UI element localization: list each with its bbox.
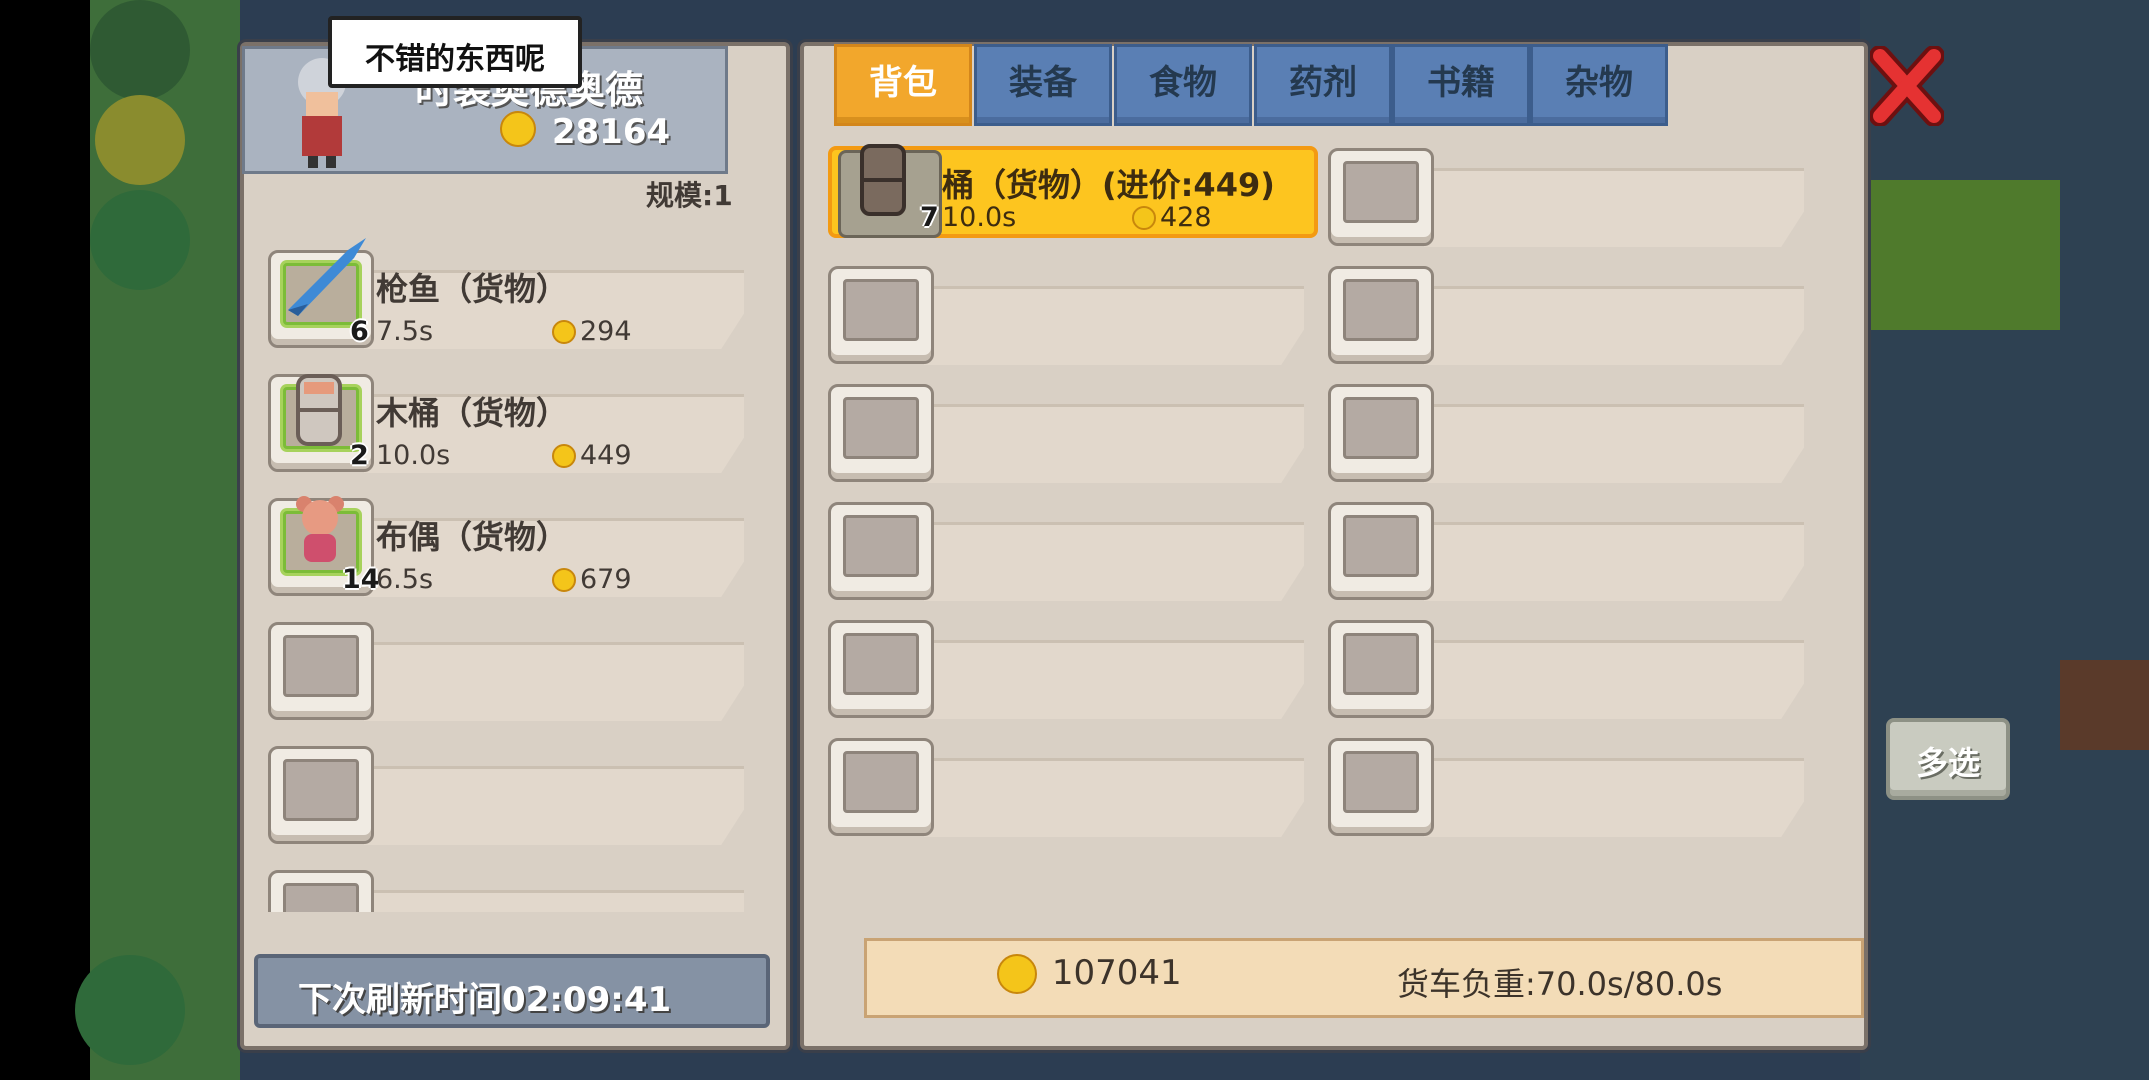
- player-gold: 107041: [997, 953, 1182, 994]
- tab-books[interactable]: 书籍: [1392, 44, 1530, 126]
- item-price: 449: [552, 440, 632, 471]
- tab-food[interactable]: 食物: [1114, 44, 1252, 126]
- item-name: 桶（货物）(进价:449): [942, 166, 1275, 204]
- item-weight: 10.0s: [376, 440, 451, 471]
- barrel-icon: [860, 144, 906, 216]
- item-weight: 7.5s: [376, 316, 434, 347]
- item-weight: 6.5s: [376, 564, 434, 595]
- coin-icon: [552, 568, 576, 592]
- item-price: 428: [1132, 202, 1212, 233]
- bag-item-selected[interactable]: 7 桶（货物）(进价:449) 10.0s 428: [828, 144, 1318, 238]
- bag-panel: 背包 装备 食物 药剂 书籍 杂物 7 桶（货物）(进价:449) 10.0s …: [800, 42, 1868, 1050]
- multiselect-label: 多选: [1915, 744, 1980, 782]
- tab-misc[interactable]: 杂物: [1530, 44, 1668, 126]
- speech-text: 不错的东西呢: [365, 42, 545, 77]
- cart-load: 货车负重:70.0s/80.0s: [1397, 965, 1723, 1003]
- coin-icon: [997, 954, 1037, 994]
- tab-bar: 背包 装备 食物 药剂 书籍 杂物: [834, 18, 1674, 126]
- refresh-timer: 下次刷新时间02:09:41: [254, 954, 770, 1028]
- coin-icon: [500, 111, 536, 147]
- barrel-icon: [296, 374, 342, 446]
- item-name: 布偶（货物）: [376, 518, 569, 556]
- item-name: 木桶（货物）: [376, 394, 569, 432]
- merchant-gold: 28164: [500, 111, 670, 152]
- tab-potion[interactable]: 药剂: [1254, 44, 1392, 126]
- item-count: 14: [342, 564, 380, 595]
- multiselect-button[interactable]: 多选: [1886, 718, 2010, 800]
- swordfish-icon: [288, 238, 366, 316]
- merchant-list-clip: [268, 866, 748, 912]
- coin-icon: [1132, 206, 1156, 230]
- teddy-bear-icon: [296, 496, 344, 562]
- merchant-panel: 时装奥德奥德 28164 规模:1 6 枪鱼（货物） 7.5s 294 2 木桶…: [240, 42, 790, 1050]
- coin-icon: [552, 444, 576, 468]
- close-x-icon: [1869, 45, 1945, 127]
- tab-backpack[interactable]: 背包: [834, 44, 972, 126]
- item-price: 679: [552, 564, 632, 595]
- close-button[interactable]: [1869, 45, 1945, 127]
- item-count: 6: [350, 316, 369, 347]
- tab-equipment[interactable]: 装备: [974, 44, 1112, 126]
- item-count: 2: [350, 440, 369, 471]
- item-count: 7: [920, 202, 939, 233]
- footer-ribbon: 107041 货车负重:70.0s/80.0s: [864, 938, 1864, 1018]
- player-gold-value: 107041: [1051, 953, 1182, 993]
- item-weight: 10.0s: [942, 202, 1017, 233]
- coin-icon: [552, 320, 576, 344]
- merchant-gold-value: 28164: [551, 112, 671, 152]
- refresh-timer-text: 下次刷新时间02:09:41: [298, 980, 672, 1020]
- speech-bubble: 不错的东西呢: [328, 16, 582, 88]
- item-price: 294: [552, 316, 632, 347]
- merchant-scale: 规模:1: [646, 179, 733, 212]
- item-name: 枪鱼（货物）: [376, 270, 569, 308]
